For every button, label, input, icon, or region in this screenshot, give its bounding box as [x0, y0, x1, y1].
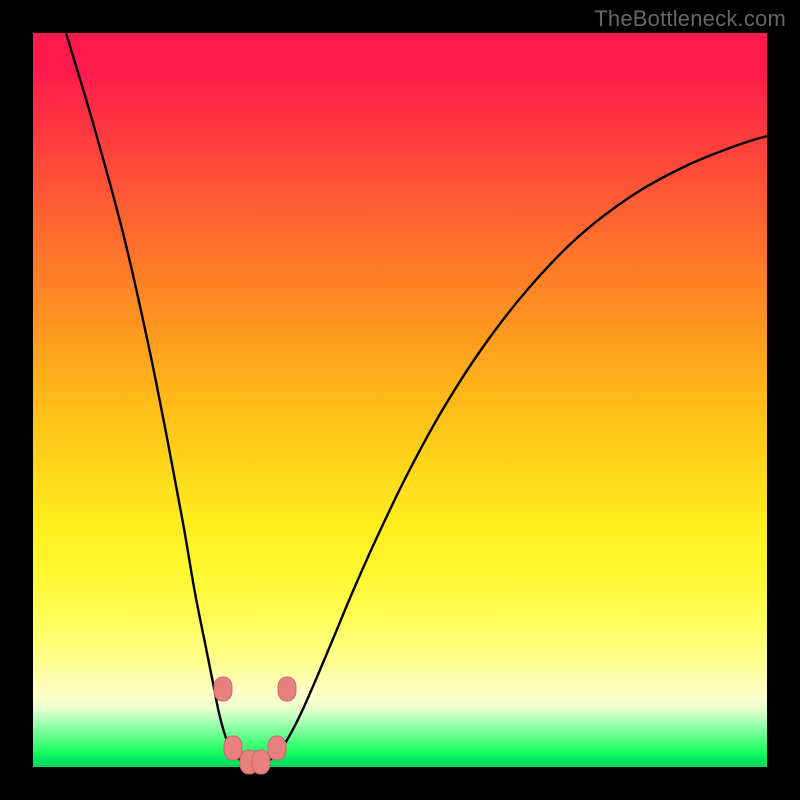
- watermark-text: TheBottleneck.com: [594, 6, 786, 32]
- bottleneck-curve: [66, 33, 767, 765]
- curve-marker: [268, 736, 286, 760]
- curve-marker: [278, 677, 296, 701]
- curve-marker: [214, 677, 232, 701]
- curve-marker: [252, 750, 270, 774]
- curve-marker: [224, 736, 242, 760]
- chart-plot-area: [33, 33, 767, 767]
- curve-markers: [214, 677, 296, 774]
- chart-svg: [33, 33, 767, 767]
